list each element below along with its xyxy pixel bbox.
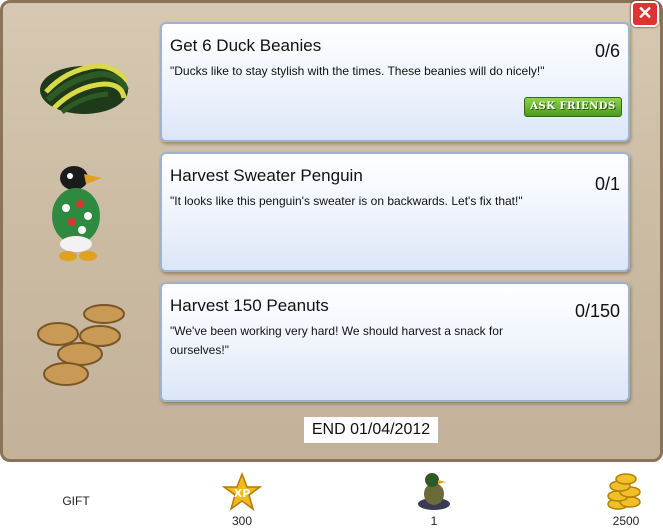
task-description: "It looks like this penguin's sweater is… [170, 194, 523, 208]
task-description: "Ducks like to stay stylish with the tim… [170, 64, 545, 78]
sweater-penguin-icon [52, 166, 102, 261]
svg-text:XP: XP [234, 487, 251, 500]
task-progress: 0/1 [594, 174, 620, 194]
task-card-2: Harvest Sweater Penguin "It looks like t… [160, 152, 630, 272]
task-progress: 0/150 [574, 301, 620, 321]
task-card-3: Harvest 150 Peanuts "We've been working … [160, 282, 630, 402]
duck-beanie-icon [40, 63, 129, 114]
end-date-label: END 01/04/2012 [304, 417, 438, 443]
duck-value: 1 [430, 514, 438, 528]
duck-reward-icon [418, 473, 450, 510]
xp-star-icon: XP [222, 472, 262, 511]
ask-friends-button[interactable]: ASK FRIENDS [524, 97, 622, 117]
task-progress: 0/6 [594, 41, 620, 61]
coins-value: 2500 [612, 514, 640, 528]
task-title: Harvest Sweater Penguin [170, 166, 363, 185]
coins-icon [607, 473, 641, 510]
peanuts-icon [37, 304, 125, 386]
task-description: "We've been working very hard! We should… [170, 324, 503, 357]
task-title: Harvest 150 Peanuts [170, 296, 329, 315]
task-title: Get 6 Duck Beanies [170, 36, 322, 55]
xp-value: 300 [231, 514, 253, 528]
close-button[interactable]: ✕ [631, 1, 659, 27]
task-card-1: Get 6 Duck Beanies "Ducks like to stay s… [160, 22, 630, 142]
gift-label: GIFT [62, 494, 90, 508]
